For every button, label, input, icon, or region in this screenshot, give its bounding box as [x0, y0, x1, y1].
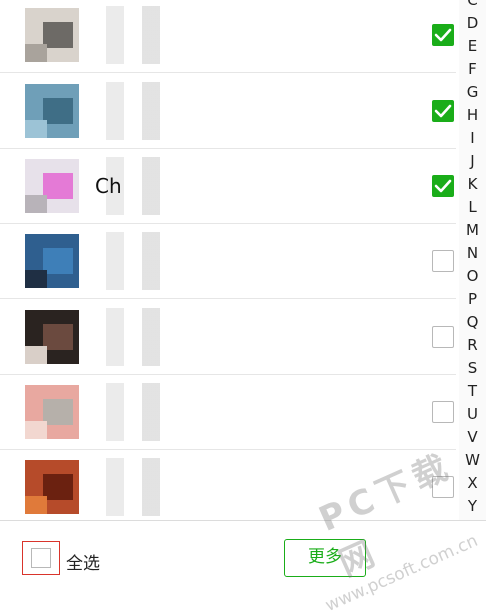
alphabet-letter[interactable]: K — [459, 176, 486, 192]
avatar — [25, 310, 79, 364]
name-blur-mosaic — [88, 6, 198, 64]
contact-row[interactable]: Ch — [0, 149, 456, 224]
name-blur-mosaic — [88, 82, 198, 140]
more-button[interactable]: 更多 — [284, 539, 366, 577]
alphabet-letter[interactable]: Q — [459, 314, 486, 330]
avatar — [25, 8, 79, 62]
alphabet-letter[interactable]: C — [459, 0, 486, 8]
select-all-label: 全选 — [66, 554, 100, 574]
checkbox-unchecked-icon[interactable] — [432, 401, 454, 423]
alphabet-letter[interactable]: I — [459, 130, 486, 146]
checkbox-checked-icon[interactable] — [432, 175, 454, 197]
name-blur-mosaic — [88, 308, 198, 366]
alphabet-letter[interactable]: N — [459, 245, 486, 261]
name-blur-mosaic — [88, 458, 198, 516]
checkbox-checked-icon[interactable] — [432, 24, 454, 46]
alphabet-letter[interactable]: G — [459, 84, 486, 100]
contact-row[interactable] — [0, 74, 456, 149]
avatar — [25, 460, 79, 514]
checkbox-unchecked-icon[interactable] — [432, 250, 454, 272]
alphabet-letter[interactable]: U — [459, 406, 486, 422]
alphabet-letter[interactable]: O — [459, 268, 486, 284]
contact-name: Ch — [95, 174, 122, 198]
alphabet-letter[interactable]: J — [459, 153, 486, 169]
alphabet-letter[interactable]: R — [459, 337, 486, 353]
alphabet-letter[interactable]: E — [459, 38, 486, 54]
alphabet-letter[interactable]: H — [459, 107, 486, 123]
alphabet-letter[interactable]: Y — [459, 498, 486, 514]
checkbox-checked-icon[interactable] — [432, 100, 454, 122]
alphabet-letter[interactable]: M — [459, 222, 486, 238]
avatar — [25, 234, 79, 288]
alphabet-letter[interactable]: F — [459, 61, 486, 77]
name-blur-mosaic — [88, 232, 198, 290]
name-blur-mosaic — [88, 383, 198, 441]
contact-row[interactable] — [0, 300, 456, 375]
select-all-checkbox[interactable] — [22, 541, 60, 575]
checkbox-unchecked-icon[interactable] — [432, 326, 454, 348]
bottom-toolbar: 全选 更多 — [0, 520, 486, 595]
alphabet-letter[interactable]: L — [459, 199, 486, 215]
alphabet-index[interactable]: CDEFGHIJKLMNOPQRSTUVWXY — [459, 0, 486, 520]
contact-row[interactable] — [0, 450, 456, 525]
alphabet-letter[interactable]: D — [459, 15, 486, 31]
alphabet-letter[interactable]: X — [459, 475, 486, 491]
checkbox-unchecked-icon — [31, 548, 51, 568]
avatar — [25, 84, 79, 138]
alphabet-letter[interactable]: V — [459, 429, 486, 445]
contact-row[interactable] — [0, 224, 456, 299]
contact-row[interactable] — [0, 375, 456, 450]
alphabet-letter[interactable]: P — [459, 291, 486, 307]
alphabet-letter[interactable]: T — [459, 383, 486, 399]
checkbox-unchecked-icon[interactable] — [432, 476, 454, 498]
avatar — [25, 159, 79, 213]
avatar — [25, 385, 79, 439]
contact-row[interactable] — [0, 0, 456, 73]
alphabet-letter[interactable]: W — [459, 452, 486, 468]
alphabet-letter[interactable]: S — [459, 360, 486, 376]
